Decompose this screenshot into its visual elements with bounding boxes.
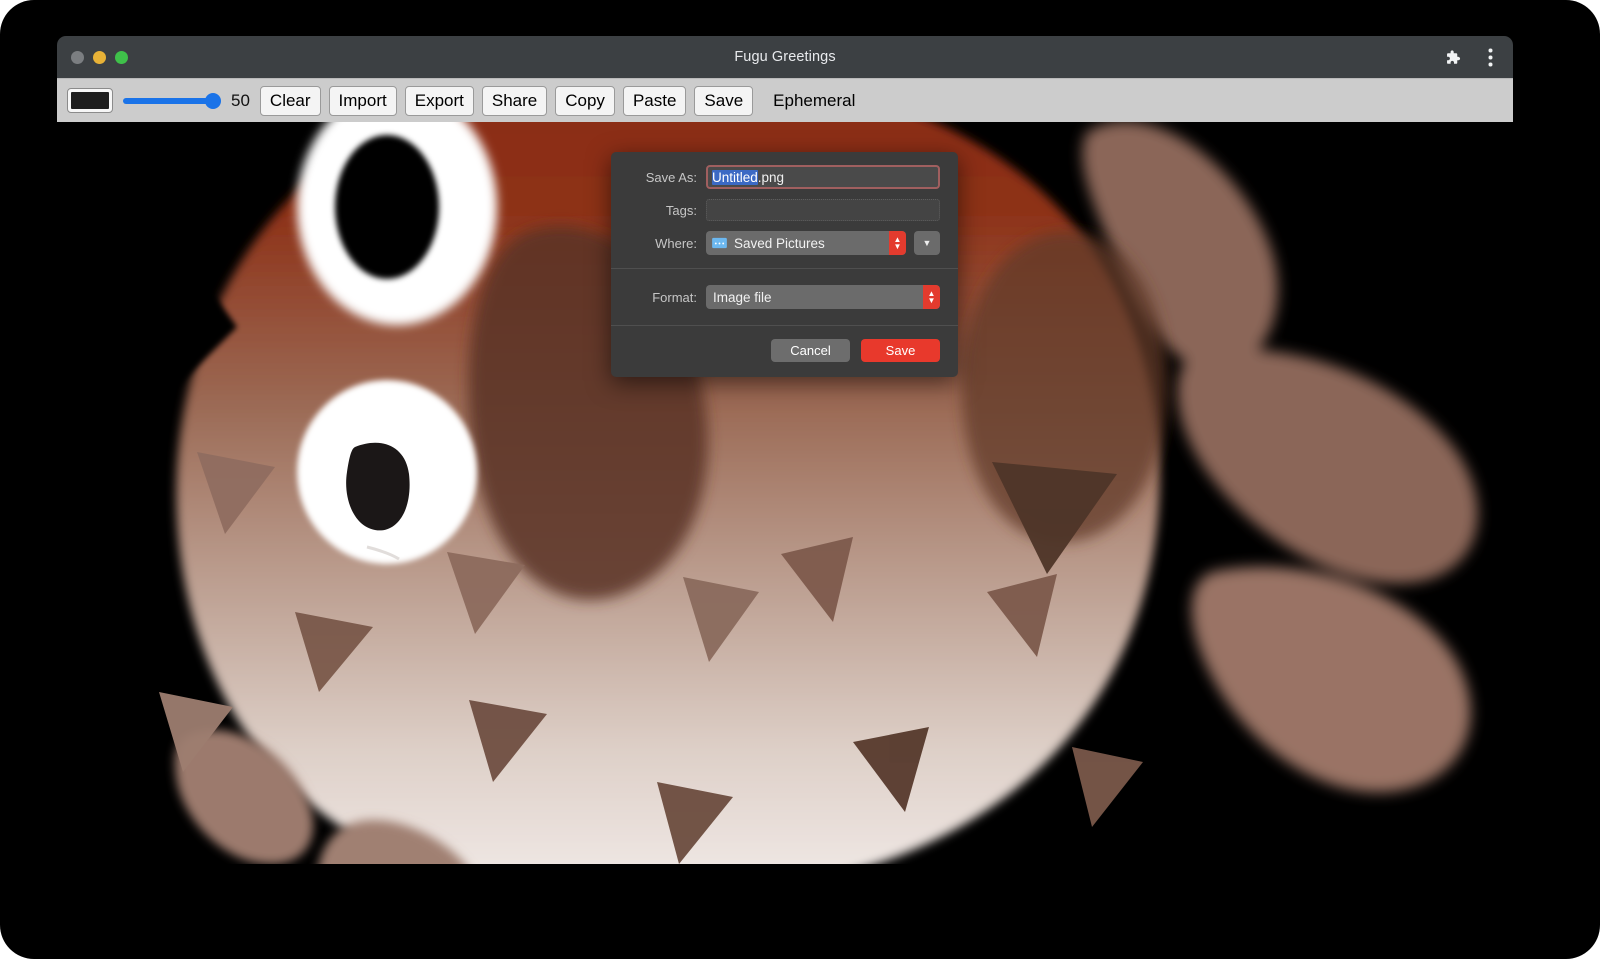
format-label: Format: (629, 290, 697, 305)
where-value: Saved Pictures (734, 236, 825, 251)
format-stepper-icon[interactable]: ▲▼ (923, 285, 940, 309)
drawing-canvas[interactable]: Save As: Untitled.png Tags: Where: (57, 122, 1513, 864)
where-row: Where: Saved Pictures ▲▼ ▼ (611, 231, 958, 268)
blue-folder-icon (712, 237, 727, 249)
ephemeral-label: Ephemeral (773, 91, 855, 111)
cancel-button[interactable]: Cancel (771, 339, 850, 362)
three-dot-menu-icon[interactable] (1477, 44, 1503, 70)
maximize-window-button[interactable] (115, 51, 128, 64)
paste-button[interactable]: Paste (623, 86, 686, 116)
dialog-action-buttons: Cancel Save (611, 326, 958, 377)
tags-input[interactable] (706, 199, 940, 221)
export-button[interactable]: Export (405, 86, 474, 116)
save-button[interactable]: Save (861, 339, 940, 362)
color-picker-swatch[interactable] (67, 88, 113, 113)
import-button[interactable]: Import (329, 86, 397, 116)
clear-button[interactable]: Clear (260, 86, 321, 116)
save-as-suffix-text: .png (758, 170, 784, 185)
drawing-toolbar: 50 Clear Import Export Share Copy Paste … (57, 78, 1513, 122)
window-controls (71, 36, 128, 78)
tags-row: Tags: (611, 199, 958, 221)
puzzle-piece-icon[interactable] (1439, 44, 1465, 70)
close-window-button[interactable] (71, 51, 84, 64)
save-as-input[interactable]: Untitled.png (706, 165, 940, 189)
window-title: Fugu Greetings (57, 49, 1513, 65)
format-row: Format: Image file ▲▼ (611, 269, 958, 325)
minimize-window-button[interactable] (93, 51, 106, 64)
slider-thumb[interactable] (205, 93, 221, 109)
application-window: Fugu Greetings 50 Clear Import Export Sh… (57, 36, 1513, 864)
save-as-label: Save As: (629, 170, 697, 185)
tags-label: Tags: (629, 203, 697, 218)
format-dropdown[interactable]: Image file ▲▼ (706, 285, 940, 309)
where-dropdown[interactable]: Saved Pictures ▲▼ (706, 231, 906, 255)
save-file-dialog: Save As: Untitled.png Tags: Where: (611, 152, 958, 377)
format-value: Image file (713, 290, 772, 305)
share-button[interactable]: Share (482, 86, 547, 116)
where-label: Where: (629, 236, 697, 251)
copy-button[interactable]: Copy (555, 86, 615, 116)
save-as-selected-text: Untitled (712, 170, 758, 185)
where-expand-chevron-down-icon[interactable]: ▼ (914, 231, 940, 255)
title-bar-actions (1439, 36, 1503, 78)
save-toolbar-button[interactable]: Save (694, 86, 753, 116)
line-width-slider[interactable] (123, 90, 219, 112)
title-bar: Fugu Greetings (57, 36, 1513, 78)
save-as-row: Save As: Untitled.png (611, 165, 958, 189)
where-stepper-icon[interactable]: ▲▼ (889, 231, 906, 255)
line-width-value: 50 (231, 91, 250, 111)
